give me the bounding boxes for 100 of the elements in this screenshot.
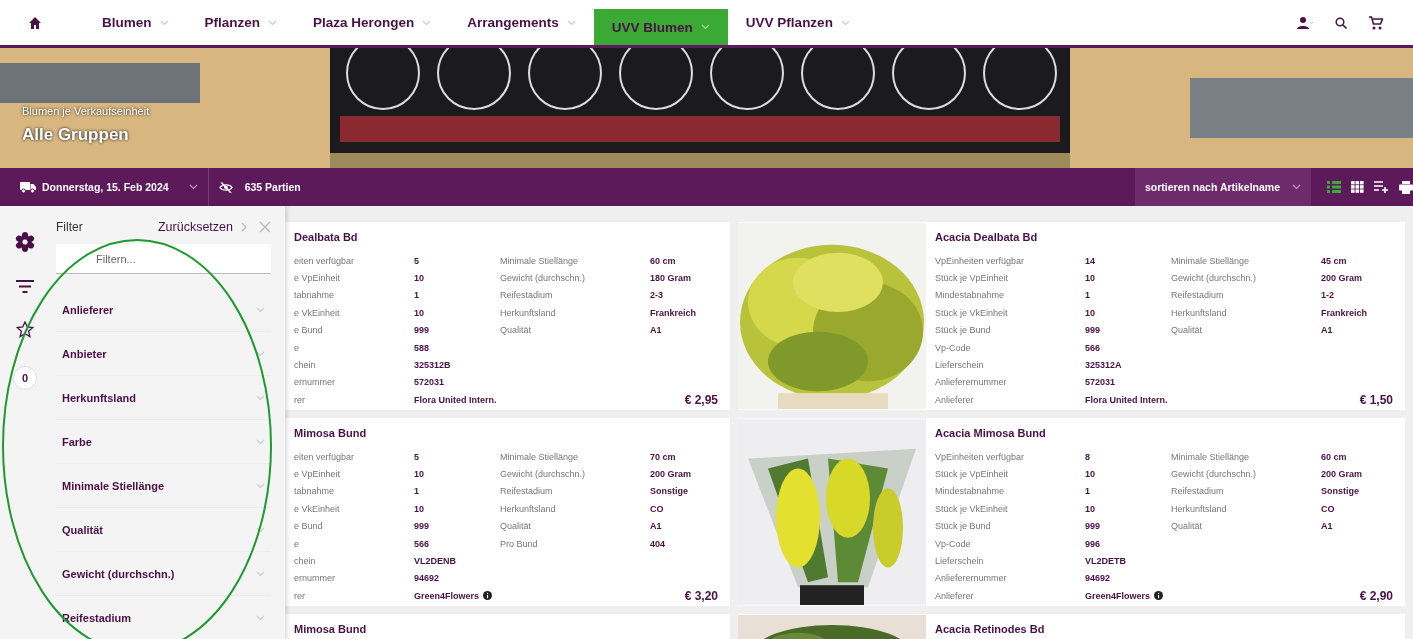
field-value: 999	[1085, 325, 1101, 336]
star-icon[interactable]	[16, 321, 34, 338]
nav-tab[interactable]: UVV Pflanzen	[727, 0, 868, 45]
chevron-down-icon	[256, 350, 265, 357]
nav-tab[interactable]: Arrangements	[449, 0, 594, 45]
product-card[interactable]	[738, 222, 1405, 410]
field-label: Stück je VkEinheit	[935, 307, 1008, 318]
field-value: 404	[650, 538, 666, 549]
field-value: 1	[414, 486, 419, 497]
nav-tab[interactable]: Blumen	[84, 0, 187, 45]
field-value: 10	[1085, 273, 1095, 284]
field-label: e Bund	[294, 521, 323, 532]
field-label: chein	[294, 556, 316, 567]
field-value: 200 Gram	[650, 469, 692, 480]
field-label: e	[294, 342, 299, 353]
field-value: A1	[650, 521, 662, 532]
filter-section[interactable]: Herkunftsland	[56, 376, 271, 420]
playlist-add-icon[interactable]	[1374, 181, 1389, 193]
field-value: 566	[414, 538, 430, 549]
product-title[interactable]: Acacia Dealbata Bd	[935, 231, 1038, 243]
field-label: e Bund	[294, 325, 323, 336]
field-label: e	[294, 538, 299, 549]
field-value: A1	[1321, 325, 1333, 336]
home-icon[interactable]	[29, 16, 41, 29]
field-value: Green4Flowers	[1085, 590, 1151, 601]
price: € 3,20	[684, 588, 718, 603]
field-value: 10	[414, 503, 424, 514]
field-label: Gewicht (durchschn.)	[500, 273, 586, 284]
field-value: 10	[1085, 469, 1095, 480]
field-value: 572031	[414, 377, 445, 388]
chevron-down-icon	[256, 614, 265, 621]
nav-tab[interactable]: Plaza Herongen	[295, 0, 450, 45]
filter-section[interactable]: Qualität	[56, 508, 271, 552]
field-value: 60 cm	[650, 255, 676, 266]
reset-link[interactable]: Zurücksetzen	[157, 220, 233, 234]
info-icon[interactable]	[1154, 591, 1164, 601]
print-icon[interactable]	[1399, 180, 1413, 194]
field-label: Gewicht (durchschn.)	[1171, 273, 1257, 284]
price: € 2,90	[1359, 588, 1393, 603]
field-value: 180 Gram	[650, 273, 692, 284]
eye-off-icon[interactable]	[218, 181, 233, 193]
product-card[interactable]: Mimosa Bund	[285, 614, 730, 639]
nav-tab[interactable]: Pflanzen	[186, 0, 296, 45]
field-label: Stück je Bund	[935, 325, 991, 336]
field-value: CO	[1321, 503, 1335, 514]
product-title[interactable]: Mimosa Bund	[294, 427, 367, 439]
field-label: eiten verfügbar	[294, 451, 355, 462]
field-value: 1	[1085, 486, 1090, 497]
field-value: 94692	[414, 573, 440, 584]
field-label: Qualität	[1171, 325, 1203, 336]
filter-icon[interactable]	[16, 280, 34, 293]
filter-section[interactable]: Gewicht (durchschn.)	[56, 552, 271, 596]
caret-icon	[1292, 184, 1301, 190]
flower-icon[interactable]	[15, 232, 35, 252]
field-label: Mindestabnahme	[935, 486, 1005, 497]
truck-icon	[20, 181, 36, 193]
field-label: Mindestabnahme	[935, 290, 1005, 301]
field-value: 999	[414, 325, 430, 336]
field-value: 1	[1085, 290, 1090, 301]
product-card[interactable]	[285, 222, 730, 410]
sort-dropdown[interactable]: sortieren nach Artikelname	[1135, 168, 1311, 206]
field-label: tabnahme	[294, 486, 335, 497]
search-icon[interactable]	[1335, 16, 1347, 29]
user-icon[interactable]	[1297, 16, 1313, 29]
filter-section[interactable]: Reifestadium	[56, 596, 271, 639]
field-value: A1	[1321, 521, 1333, 532]
field-label: Stück je VpEinheit	[935, 273, 1009, 284]
field-value: 572031	[1085, 377, 1116, 388]
field-label: eiten verfügbar	[294, 255, 355, 266]
info-icon[interactable]	[483, 591, 493, 601]
field-label: Minimale Stiellänge	[500, 451, 579, 462]
field-value: 14	[1085, 255, 1095, 266]
list-view-icon[interactable]	[1327, 181, 1341, 193]
field-label: Reifestadium	[500, 486, 553, 497]
field-value: Sonstige	[1321, 486, 1359, 497]
field-label: Lieferschein	[935, 360, 984, 371]
filter-section[interactable]: Anlieferer	[56, 288, 271, 332]
product-card[interactable]: Acacia Retinodes Bd	[738, 614, 1405, 639]
filter-section[interactable]: Minimale Stiellänge	[56, 464, 271, 508]
caret-icon	[840, 19, 850, 26]
cart-icon[interactable]	[1369, 15, 1383, 30]
filter-section[interactable]: Anbieter	[56, 332, 271, 376]
product-title[interactable]: Acacia Mimosa Bund	[935, 427, 1046, 439]
field-value: 10	[1085, 503, 1095, 514]
field-value: A1	[650, 325, 662, 336]
chevron-down-icon	[256, 570, 265, 577]
product-title[interactable]: Mimosa Bund	[294, 623, 367, 635]
product-title[interactable]: Acacia Retinodes Bd	[935, 623, 1045, 635]
field-label: Pro Bund	[500, 538, 538, 549]
field-value: 200 Gram	[1321, 469, 1363, 480]
field-label: rer	[294, 394, 305, 405]
filter-search-field[interactable]: Filtern...	[56, 244, 271, 274]
field-value: 1-2	[1321, 290, 1334, 301]
filter-section[interactable]: Farbe	[56, 420, 271, 464]
nav-tab[interactable]: UVV Blumen	[593, 9, 728, 45]
product-title[interactable]: Dealbata Bd	[294, 231, 358, 243]
product-card[interactable]	[738, 418, 1405, 606]
grid-view-icon[interactable]	[1351, 181, 1364, 193]
field-label: e VkEinheit	[294, 503, 340, 514]
chevron-down-icon	[256, 438, 265, 445]
